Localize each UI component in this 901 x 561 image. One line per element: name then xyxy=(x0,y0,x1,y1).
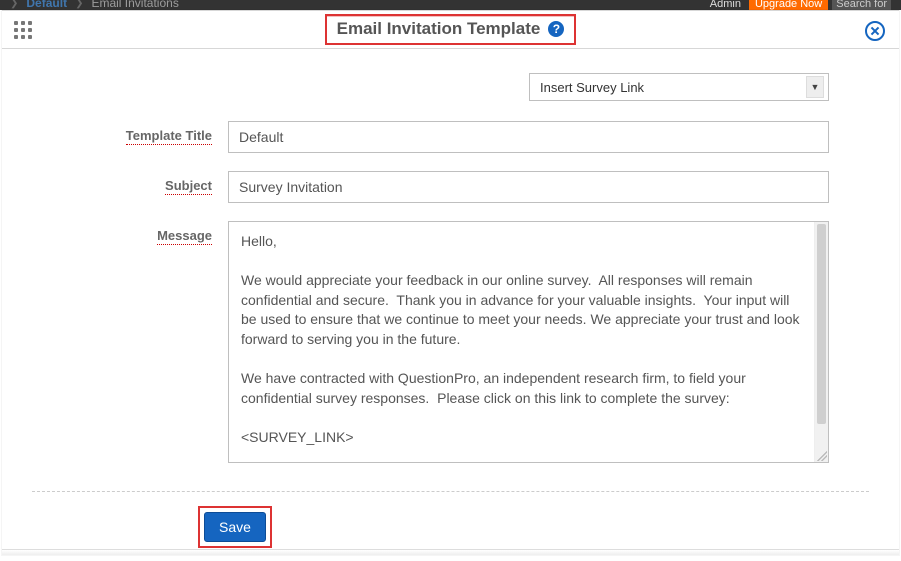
save-button-highlight: Save xyxy=(198,506,272,548)
message-textarea[interactable] xyxy=(229,222,814,462)
admin-link: Admin xyxy=(706,0,745,10)
template-title-input[interactable] xyxy=(228,121,829,153)
scrollbar[interactable] xyxy=(814,222,828,462)
scrollbar-thumb[interactable] xyxy=(817,224,826,424)
upgrade-button: Upgrade Now xyxy=(749,0,828,10)
chevron-right-icon: ❯ xyxy=(10,0,18,9)
chevron-down-icon: ▼ xyxy=(811,82,820,92)
modal-header: Email Invitation Template ? xyxy=(2,11,899,49)
subject-input[interactable] xyxy=(228,171,829,203)
save-button[interactable]: Save xyxy=(204,512,266,542)
insert-survey-link-select[interactable]: Insert Survey Link ▼ xyxy=(529,73,829,101)
resize-grip-icon[interactable] xyxy=(817,451,827,461)
email-template-modal: Email Invitation Template ? Insert Surve… xyxy=(2,10,899,555)
close-icon[interactable] xyxy=(865,21,885,41)
help-icon[interactable]: ? xyxy=(548,21,564,37)
modal-title-highlight: Email Invitation Template ? xyxy=(325,14,577,45)
message-label: Message xyxy=(157,228,212,245)
breadcrumb-email-invitations: Email Invitations xyxy=(91,0,178,10)
template-title-label: Template Title xyxy=(126,128,212,145)
breadcrumb-default: Default xyxy=(26,0,67,10)
subject-label: Subject xyxy=(165,178,212,195)
insert-survey-link-label: Insert Survey Link xyxy=(540,80,644,95)
chevron-right-icon: ❯ xyxy=(75,0,83,9)
background-topbar: ❯ Default ❯ Email Invitations Admin Upgr… xyxy=(0,0,901,10)
modal-title: Email Invitation Template xyxy=(337,19,541,39)
divider xyxy=(32,491,869,492)
footer-strip xyxy=(2,549,899,555)
drag-handle-icon[interactable] xyxy=(14,21,32,39)
search-placeholder: Search for xyxy=(832,0,891,10)
